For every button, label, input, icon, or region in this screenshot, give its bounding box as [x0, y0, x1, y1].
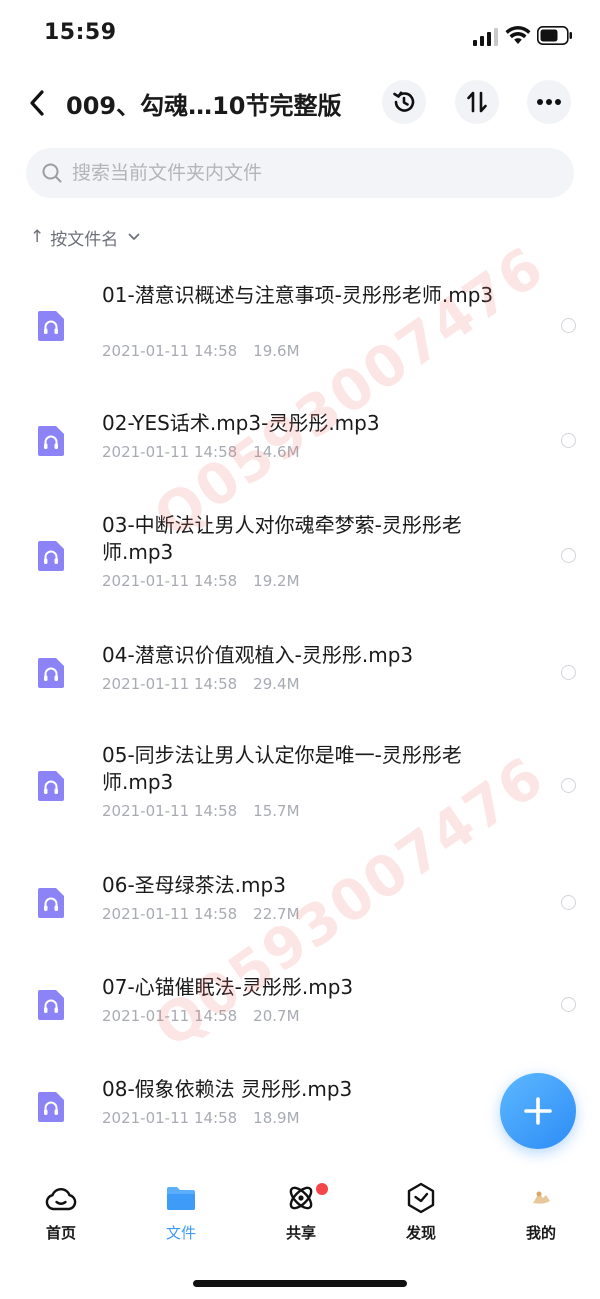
tab-home[interactable]: 首页: [21, 1180, 101, 1250]
file-meta: 2021-01-11 14:58 20.7M: [102, 1007, 300, 1025]
file-size: 19.2M: [253, 572, 300, 590]
atom-icon: [289, 1186, 313, 1210]
file-name: 02-YES话术.mp3-灵彤彤.mp3: [102, 411, 380, 435]
file-name: 05-同步法让男人认定你是唯一-灵彤彤老师.mp3: [102, 743, 462, 794]
arrow-up-icon: ↑: [30, 227, 45, 247]
header: 009、勾魂…10节完整版: [0, 78, 600, 128]
select-radio[interactable]: [561, 778, 576, 793]
audio-file-icon: [38, 888, 64, 918]
file-size: 15.7M: [253, 802, 300, 820]
file-size: 18.9M: [253, 1109, 300, 1127]
history-icon: [393, 91, 415, 112]
chevron-down-icon: [128, 233, 140, 240]
home-indicator: [193, 1280, 407, 1287]
tab-label: 我的: [525, 1224, 556, 1242]
select-radio[interactable]: [561, 997, 576, 1012]
file-date: 2021-01-11 14:58: [102, 905, 238, 923]
cloud-icon: [45, 1188, 77, 1211]
file-meta: 2021-01-11 14:58 19.6M: [102, 342, 300, 360]
cellular-signal-icon: [473, 28, 498, 46]
search-input[interactable]: [72, 162, 552, 184]
select-radio[interactable]: [561, 665, 576, 680]
search-icon: [42, 163, 62, 183]
sort-button[interactable]: [455, 80, 499, 124]
tab-label: 共享: [285, 1224, 316, 1242]
audio-file-icon: [38, 541, 64, 571]
sort-selector[interactable]: ↑ 按文件名: [30, 224, 140, 250]
sort-label: 按文件名: [50, 229, 119, 250]
file-date: 2021-01-11 14:58: [102, 1109, 238, 1127]
file-date: 2021-01-11 14:58: [102, 675, 238, 693]
back-button[interactable]: [22, 86, 52, 120]
file-name: 07-心锚催眠法-灵彤彤.mp3: [102, 975, 354, 999]
plus-icon: [524, 1097, 552, 1125]
audio-file-icon: [38, 311, 64, 341]
tab-label: 文件: [165, 1224, 196, 1242]
audio-file-icon: [38, 771, 64, 801]
add-button[interactable]: [500, 1073, 576, 1149]
file-meta: 2021-01-11 14:58 19.2M: [102, 572, 300, 590]
file-meta: 2021-01-11 14:58 29.4M: [102, 675, 300, 693]
file-date: 2021-01-11 14:58: [102, 802, 238, 820]
select-radio[interactable]: [561, 318, 576, 333]
file-meta: 2021-01-11 14:58 18.9M: [102, 1109, 300, 1127]
status-time: 15:59: [44, 20, 117, 45]
audio-file-icon: [38, 426, 64, 456]
tab-files[interactable]: 文件: [141, 1180, 221, 1250]
select-radio[interactable]: [561, 433, 576, 448]
status-bar: 15:59: [0, 0, 600, 70]
compass-icon: [407, 1182, 435, 1214]
file-size: 20.7M: [253, 1007, 300, 1025]
file-name: 01-潜意识概述与注意事项-灵彤彤老师.mp3: [102, 283, 494, 307]
file-size: 19.6M: [253, 342, 300, 360]
chevron-left-icon: [30, 90, 44, 116]
battery-icon: [537, 26, 572, 45]
audio-file-icon: [38, 658, 64, 688]
file-date: 2021-01-11 14:58: [102, 572, 238, 590]
file-name: 06-圣母绿茶法.mp3: [102, 873, 286, 897]
file-date: 2021-01-11 14:58: [102, 1007, 238, 1025]
file-size: 29.4M: [253, 675, 300, 693]
sort-arrows-icon: [467, 91, 487, 113]
tab-label: 发现: [405, 1224, 436, 1242]
folder-icon: [167, 1187, 195, 1210]
page-title: 009、勾魂…10节完整版: [66, 92, 342, 120]
more-button[interactable]: [527, 80, 571, 124]
file-date: 2021-01-11 14:58: [102, 342, 238, 360]
tab-label: 首页: [45, 1224, 76, 1242]
file-name: 03-中断法让男人对你魂牵梦萦-灵彤彤老师.mp3: [102, 513, 462, 564]
file-name: 08-假象依赖法 灵彤彤.mp3: [102, 1077, 353, 1101]
avatar-icon: [533, 1191, 550, 1204]
history-button[interactable]: [382, 80, 426, 124]
tab-bar: 首页 文件 共享 发现 我的: [0, 1180, 600, 1250]
notification-badge: [316, 1183, 328, 1195]
select-radio[interactable]: [561, 895, 576, 910]
file-size: 22.7M: [253, 905, 300, 923]
more-dots-icon: [537, 99, 561, 105]
file-name: 04-潜意识价值观植入-灵彤彤.mp3: [102, 643, 414, 667]
file-size: 14.6M: [253, 443, 300, 461]
tab-discover[interactable]: 发现: [381, 1180, 461, 1250]
wifi-icon: [505, 26, 531, 44]
file-date: 2021-01-11 14:58: [102, 443, 238, 461]
audio-file-icon: [38, 990, 64, 1020]
select-radio[interactable]: [561, 548, 576, 563]
file-meta: 2021-01-11 14:58 15.7M: [102, 802, 300, 820]
file-meta: 2021-01-11 14:58 22.7M: [102, 905, 300, 923]
file-meta: 2021-01-11 14:58 14.6M: [102, 443, 300, 461]
search-bar[interactable]: [26, 148, 574, 198]
tab-share[interactable]: 共享: [261, 1180, 341, 1250]
audio-file-icon: [38, 1092, 64, 1122]
tab-me[interactable]: 我的: [501, 1180, 581, 1250]
